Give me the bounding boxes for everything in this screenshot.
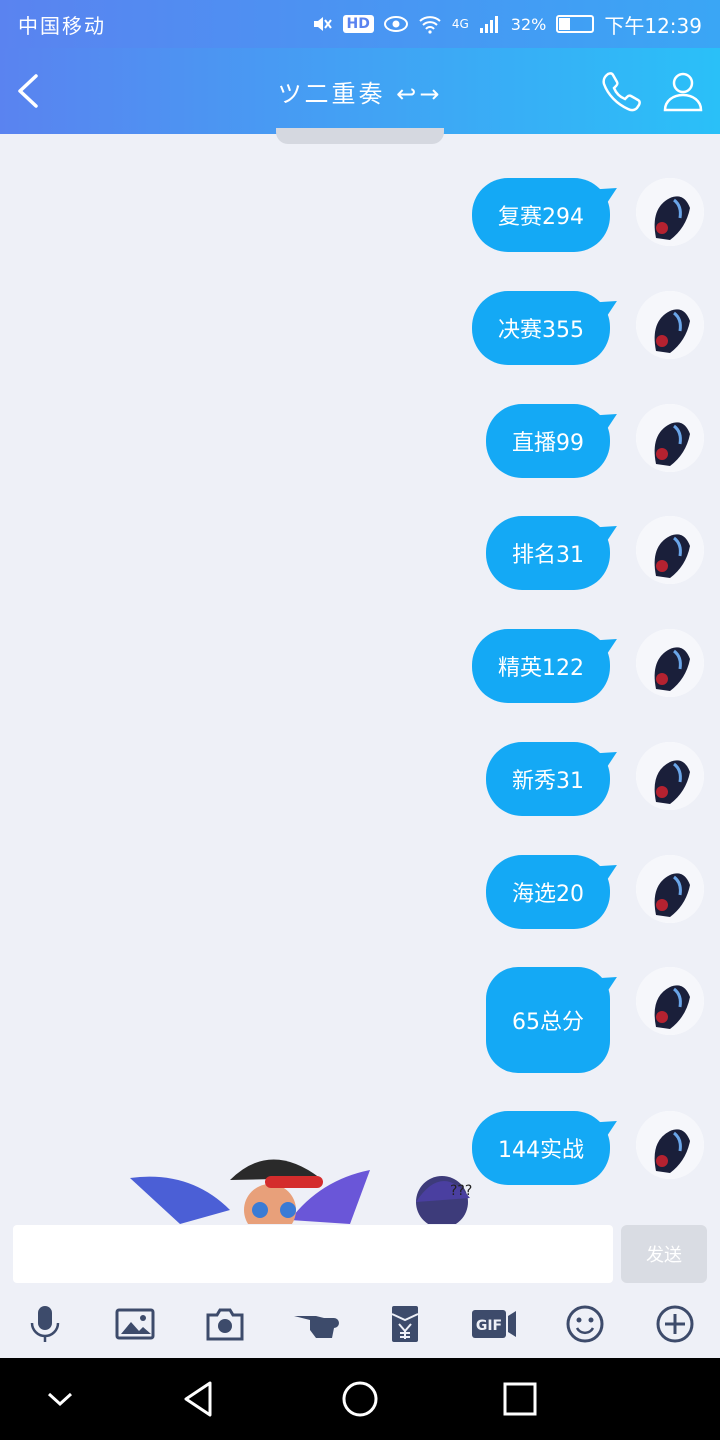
message-row: 65总分 — [486, 967, 704, 1073]
gif-icon[interactable]: GIF — [470, 1304, 518, 1344]
message-bubble[interactable]: 精英122 — [472, 629, 610, 703]
hd-icon: HD — [342, 15, 374, 33]
poke-icon[interactable] — [292, 1304, 340, 1344]
message-input[interactable] — [13, 1225, 613, 1283]
battery-icon — [556, 15, 595, 33]
mute-icon — [313, 17, 332, 31]
microphone-icon[interactable] — [25, 1304, 65, 1344]
message-bubble[interactable]: 新秀31 — [486, 742, 610, 816]
input-toolbar: GIF — [0, 1290, 720, 1358]
message-bubble[interactable]: 复赛294 — [472, 178, 610, 252]
input-area: 发送 — [0, 1224, 720, 1288]
clock: 下午12:39 — [604, 13, 702, 38]
message-row: 144实战 — [472, 1111, 704, 1185]
chat-title[interactable]: ツ二重奏 ↩→ — [260, 74, 460, 109]
svg-text:GIF: GIF — [476, 1318, 502, 1334]
message-row: 新秀31 — [486, 742, 704, 816]
network-label: 4G — [451, 17, 469, 31]
avatar[interactable] — [636, 967, 704, 1035]
message-row: 排名31 — [486, 516, 704, 590]
send-button[interactable]: 发送 — [621, 1225, 707, 1283]
signal-icon — [479, 16, 498, 33]
camera-icon[interactable] — [205, 1304, 245, 1344]
chat-header: ツ二重奏 ↩→ — [0, 48, 720, 134]
avatar[interactable] — [636, 178, 704, 246]
status-icons: HD 4G 32% 下午12:39 — [311, 10, 702, 39]
eye-icon — [383, 16, 408, 32]
message-bubble[interactable]: 海选20 — [486, 855, 610, 929]
avatar[interactable] — [636, 516, 704, 584]
red-packet-icon[interactable] — [385, 1304, 425, 1344]
plus-icon[interactable] — [655, 1304, 695, 1344]
system-navigation-bar — [0, 1358, 720, 1440]
message-row: 海选20 — [486, 855, 704, 929]
message-row: 复赛294 — [472, 178, 704, 252]
chat-title-text: ツ二重奏 — [277, 79, 386, 108]
avatar[interactable] — [636, 404, 704, 472]
svg-text:???: ??? — [450, 1183, 472, 1199]
avatar[interactable] — [636, 291, 704, 359]
home-circle-icon[interactable] — [339, 1378, 381, 1420]
message-row: 直播99 — [486, 404, 704, 478]
phone-icon[interactable] — [598, 68, 644, 114]
avatar[interactable] — [636, 1111, 704, 1179]
sticker-strip[interactable]: ??? — [120, 1140, 500, 1224]
back-triangle-icon[interactable] — [178, 1378, 220, 1420]
message-bubble[interactable]: 65总分 — [486, 967, 610, 1073]
message-bubble[interactable]: 决赛355 — [472, 291, 610, 365]
chat-title-arrow: ↩→ — [396, 79, 443, 108]
wifi-icon — [419, 16, 441, 34]
recents-square-icon[interactable] — [499, 1378, 541, 1420]
avatar[interactable] — [636, 629, 704, 697]
back-icon[interactable] — [10, 70, 50, 112]
carrier-label: 中国移动 — [18, 13, 106, 38]
message-bubble[interactable]: 排名31 — [486, 516, 610, 590]
message-bubble[interactable]: 直播99 — [486, 404, 610, 478]
message-list[interactable]: 复赛294 决赛355 直播99 排名31 精英122 新秀31 海选20 65总分 144实战 — [0, 134, 720, 1224]
avatar[interactable] — [636, 855, 704, 923]
battery-fill — [559, 18, 570, 30]
avatar[interactable] — [636, 742, 704, 810]
collapse-icon[interactable] — [39, 1378, 81, 1420]
message-row: 决赛355 — [472, 291, 704, 365]
status-bar: 中国移动 HD 4G 32% 下午12:39 — [0, 0, 720, 48]
profile-icon[interactable] — [660, 68, 706, 114]
message-row: 精英122 — [472, 629, 704, 703]
battery-percent: 32% — [510, 14, 547, 34]
emoji-icon[interactable] — [565, 1304, 605, 1344]
sticker-image: ??? — [130, 1159, 472, 1224]
image-icon[interactable] — [115, 1304, 155, 1344]
